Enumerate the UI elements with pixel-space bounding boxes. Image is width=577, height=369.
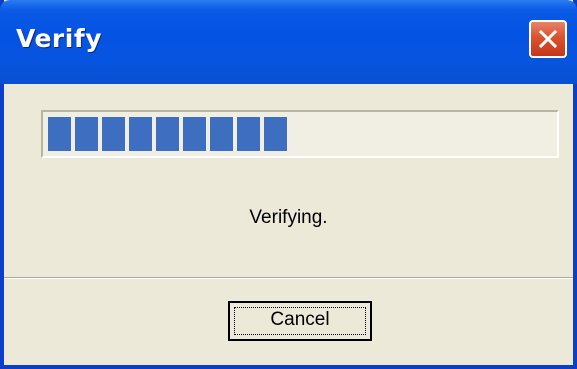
progress-segment: [210, 117, 233, 151]
progress-bar: [41, 110, 559, 158]
close-x-icon: [538, 29, 558, 49]
progress-segment: [183, 117, 206, 151]
cancel-button-label: Cancel: [270, 309, 330, 330]
progress-segment: [129, 117, 152, 151]
progress-segment: [48, 117, 71, 151]
progress-segment: [75, 117, 98, 151]
title-bar[interactable]: Verify: [0, 0, 577, 84]
progress-segment: [237, 117, 260, 151]
progress-segment: [156, 117, 179, 151]
window-title: Verify: [16, 24, 103, 53]
cancel-button[interactable]: Cancel: [228, 301, 372, 341]
verify-dialog: Verify Verifying. Cancel: [0, 0, 577, 369]
progress-fill: [48, 117, 291, 151]
progress-segment: [264, 117, 287, 151]
separator-highlight: [4, 278, 573, 279]
status-text: Verifying.: [249, 207, 328, 228]
progress-segment: [102, 117, 125, 151]
close-button[interactable]: [529, 20, 567, 58]
